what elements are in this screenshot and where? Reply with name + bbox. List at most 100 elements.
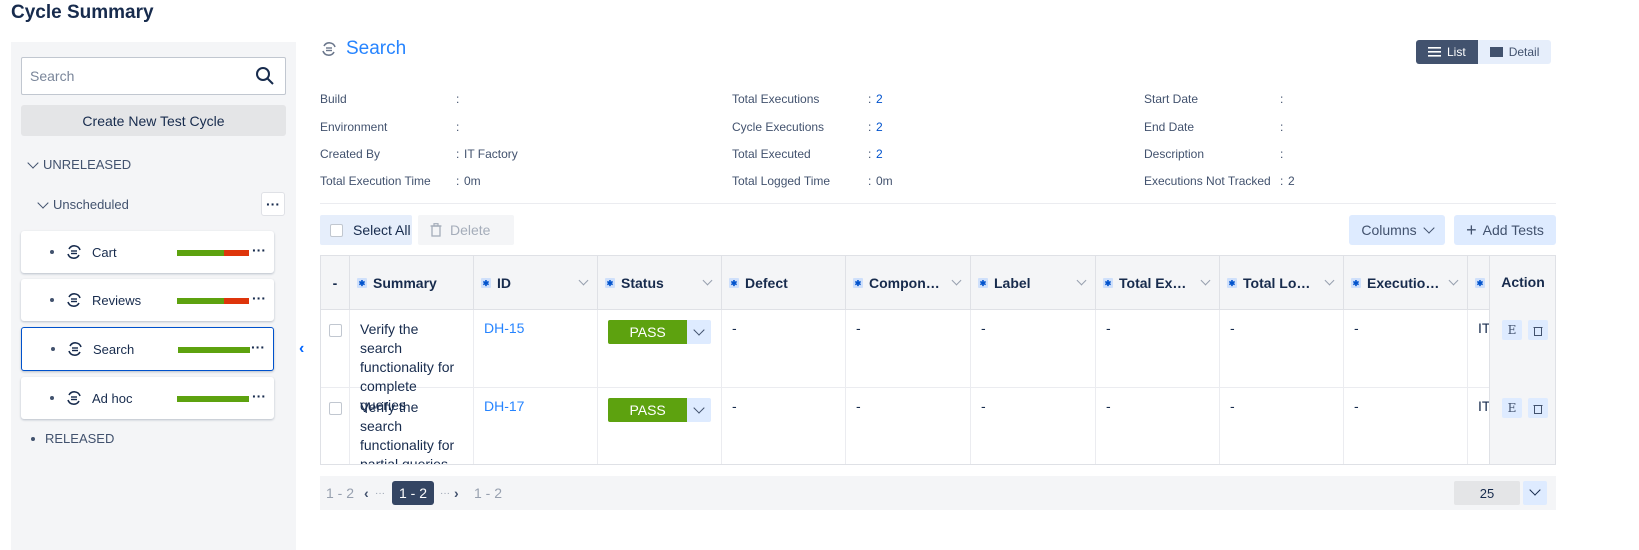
pin-icon[interactable]: ✱ xyxy=(1103,278,1113,288)
header-status[interactable]: ✱ Status xyxy=(598,256,722,310)
chevron-down-icon[interactable] xyxy=(702,275,713,286)
status-dropdown-toggle[interactable] xyxy=(687,320,711,344)
chevron-down-icon[interactable] xyxy=(1076,275,1087,286)
pin-icon[interactable]: ✱ xyxy=(1227,278,1237,288)
id-link[interactable]: DH-17 xyxy=(474,388,598,464)
page-size-value[interactable]: 25 xyxy=(1454,481,1520,505)
list-label: List xyxy=(1447,45,1466,59)
pin-icon[interactable]: ✱ xyxy=(1475,278,1485,288)
collapse-sidebar-icon[interactable]: ‹ xyxy=(299,340,304,358)
cycle-item[interactable]: Reviews ··· xyxy=(21,279,274,321)
chevron-down-icon[interactable] xyxy=(1324,275,1335,286)
progress-fail xyxy=(223,298,249,304)
unscheduled-more-button[interactable]: ··· xyxy=(261,192,285,216)
row-checkbox[interactable] xyxy=(329,324,342,337)
edit-icon[interactable]: E xyxy=(1502,398,1522,418)
columns-button[interactable]: Columns xyxy=(1349,215,1445,245)
add-tests-button[interactable]: + Add Tests xyxy=(1454,215,1556,245)
info-label: Total Executions xyxy=(732,92,820,106)
info-sep: : xyxy=(868,147,872,161)
pin-icon[interactable]: ✱ xyxy=(357,278,367,288)
status-badge[interactable]: PASS xyxy=(608,398,688,422)
chevron-down-icon[interactable] xyxy=(951,275,962,286)
edit-icon[interactable]: E xyxy=(1502,320,1522,340)
header-dash: - xyxy=(321,256,350,310)
info-label: Created By xyxy=(320,147,381,161)
cycle-item[interactable]: Ad hoc ··· xyxy=(21,377,274,419)
cycle-item[interactable]: Cart ··· xyxy=(21,231,274,273)
pin-icon[interactable]: ✱ xyxy=(978,278,988,288)
cycle-item-selected[interactable]: Search ··· xyxy=(21,327,274,371)
next-page-icon[interactable]: › xyxy=(454,485,459,501)
cycle-icon xyxy=(67,293,81,307)
info-value-link[interactable]: 2 xyxy=(876,147,883,161)
execution-cell: - xyxy=(1344,310,1468,388)
chevron-down-icon[interactable] xyxy=(578,275,589,286)
summary-cell: Verify the search functionality for comp… xyxy=(350,310,474,413)
status-dropdown-toggle[interactable] xyxy=(687,398,711,422)
info-value-link[interactable]: 2 xyxy=(876,92,883,106)
group-released[interactable]: RELEASED xyxy=(31,431,114,446)
pin-icon[interactable]: ✱ xyxy=(729,278,739,288)
header-summary[interactable]: ✱ Summary xyxy=(350,256,474,310)
delete-button[interactable]: Delete xyxy=(418,215,514,245)
total-ex-cell: - xyxy=(1096,310,1220,388)
pin-icon[interactable]: ✱ xyxy=(853,278,863,288)
info-label: Environment xyxy=(320,120,388,134)
search-icon[interactable] xyxy=(255,66,275,86)
create-test-cycle-button[interactable]: Create New Test Cycle xyxy=(21,105,286,136)
header-component[interactable]: ✱ Compon… xyxy=(846,256,971,310)
row-select-cell xyxy=(321,310,350,388)
header-id[interactable]: ✱ ID xyxy=(474,256,598,310)
cycle-icon xyxy=(67,391,81,405)
cycle-more-button[interactable]: ··· xyxy=(252,290,266,306)
cycle-name: Reviews xyxy=(92,292,142,308)
cycle-more-button[interactable]: ··· xyxy=(252,388,266,404)
row-checkbox[interactable] xyxy=(329,402,342,415)
columns-label: Columns xyxy=(1361,222,1417,238)
info-sep: : xyxy=(868,174,872,188)
info-label: Total Execution Time xyxy=(320,174,431,188)
sidebar-search[interactable] xyxy=(21,57,286,95)
info-value-link[interactable]: 2 xyxy=(876,120,883,134)
chevron-down-icon[interactable] xyxy=(1448,275,1459,286)
trash-icon[interactable] xyxy=(1528,320,1548,340)
pin-icon[interactable]: ✱ xyxy=(605,278,615,288)
progress-pass xyxy=(177,298,224,304)
info-value: 0m xyxy=(464,174,481,188)
status-cell: PASS xyxy=(598,310,722,388)
group-unscheduled[interactable]: Unscheduled xyxy=(37,196,129,212)
cycle-more-button[interactable]: ··· xyxy=(251,339,265,355)
status-dropdown[interactable]: PASS xyxy=(608,320,711,344)
prev-page-icon[interactable]: ‹ xyxy=(364,485,369,501)
trash-icon xyxy=(430,223,442,237)
header-label: Status xyxy=(621,275,664,291)
pin-icon[interactable]: ✱ xyxy=(481,278,491,288)
pin-icon[interactable]: ✱ xyxy=(1351,278,1361,288)
info-label: Total Executed xyxy=(732,147,811,161)
detail-view-button[interactable]: Detail xyxy=(1477,40,1552,64)
list-view-button[interactable]: List xyxy=(1416,40,1478,64)
header-total-lo[interactable]: ✱ Total Lo… xyxy=(1220,256,1344,310)
header-total-ex[interactable]: ✱ Total Ex… xyxy=(1096,256,1220,310)
select-all-checkbox[interactable] xyxy=(330,223,343,237)
chevron-down-icon xyxy=(1529,484,1541,496)
header-execution[interactable]: ✱ Executio… xyxy=(1344,256,1468,310)
page-size-dropdown[interactable] xyxy=(1523,481,1547,505)
search-input[interactable] xyxy=(22,58,242,94)
status-dropdown[interactable]: PASS xyxy=(608,398,711,422)
chevron-down-icon[interactable] xyxy=(1200,275,1211,286)
detail-label: Detail xyxy=(1508,45,1540,59)
select-all-button[interactable]: Select All xyxy=(320,215,412,245)
header-label-col[interactable]: ✱ Label xyxy=(971,256,1096,310)
progress-fail xyxy=(223,250,249,256)
main-header: Search xyxy=(320,38,406,60)
id-link[interactable]: DH-15 xyxy=(474,310,598,388)
group-unreleased[interactable]: UNRELEASED xyxy=(27,156,131,172)
status-badge[interactable]: PASS xyxy=(608,320,688,344)
current-page[interactable]: 1 - 2 xyxy=(392,481,434,505)
progress-pass xyxy=(177,250,224,256)
cycle-more-button[interactable]: ··· xyxy=(252,242,266,258)
header-defect[interactable]: ✱ Defect xyxy=(722,256,846,310)
trash-icon[interactable] xyxy=(1528,398,1548,418)
